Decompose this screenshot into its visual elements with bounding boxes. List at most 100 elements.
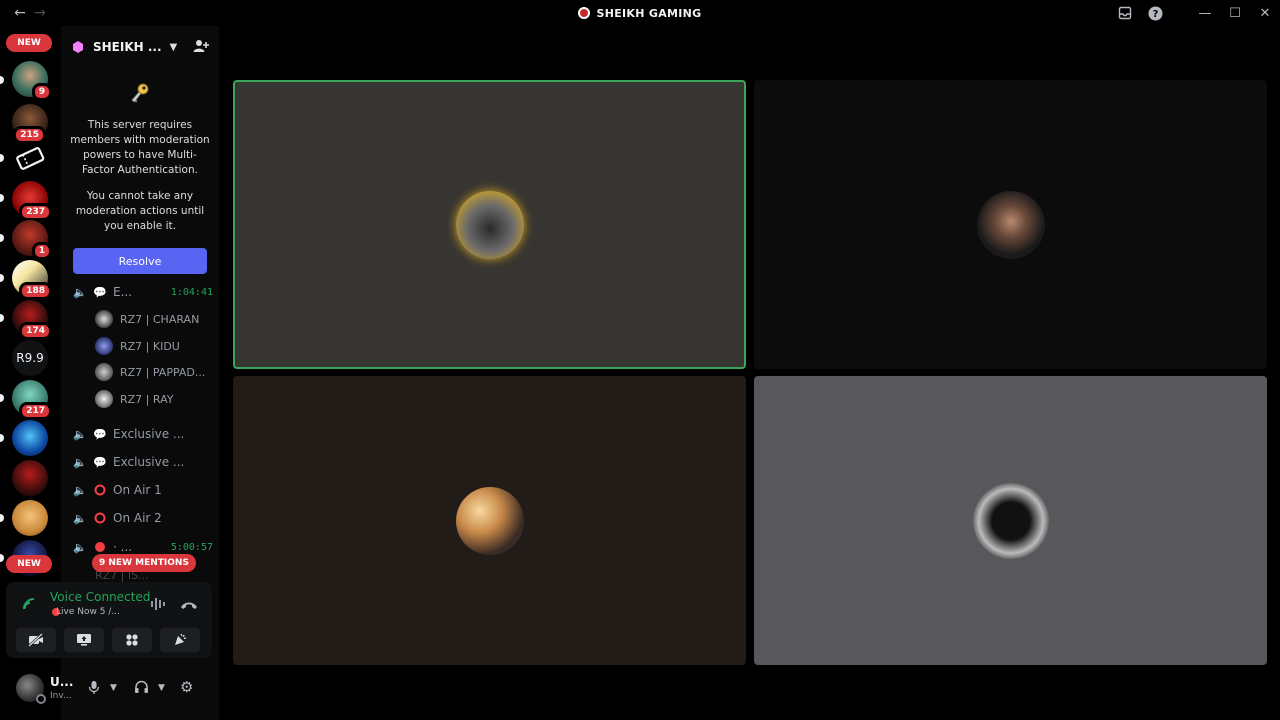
resolve-button[interactable]: Resolve	[73, 248, 207, 274]
speaker-icon: 🔈	[73, 427, 87, 441]
mention-count-badge: 174	[19, 322, 52, 340]
mention-count-badge: 1	[31, 242, 52, 260]
server-icon[interactable]: 1	[12, 220, 52, 260]
live-dot-icon	[93, 540, 107, 554]
user-status[interactable]: Inv...	[50, 691, 72, 701]
channel-name: Exclusive ...	[113, 427, 185, 441]
screen-share-button[interactable]	[64, 628, 104, 652]
soundboard-icon	[175, 633, 187, 645]
channel-name: On Air 2	[113, 511, 162, 525]
voice-status-text[interactable]: Voice Connected	[50, 590, 150, 604]
headphones-icon[interactable]	[134, 680, 149, 698]
disconnect-icon[interactable]	[180, 597, 198, 616]
minimize-icon[interactable]: —	[1190, 0, 1220, 26]
server-header[interactable]: SHEIKH ... ▼	[61, 26, 219, 68]
server-icon[interactable]: R9.9	[12, 340, 48, 376]
maximize-icon[interactable]: ☐	[1220, 0, 1250, 26]
mic-options-chevron-icon[interactable]: ▼	[110, 683, 117, 693]
server-icon[interactable]	[12, 500, 48, 536]
user-name[interactable]: U...	[50, 675, 73, 689]
inbox-icon[interactable]	[1110, 0, 1140, 26]
voice-channel[interactable]: 🔈 On Air 1	[73, 480, 213, 500]
server-icon[interactable]	[12, 460, 48, 496]
signal-icon[interactable]	[22, 596, 38, 615]
audio-options-chevron-icon[interactable]: ▼	[158, 683, 165, 693]
camera-off-button[interactable]	[16, 628, 56, 652]
unread-pill	[0, 554, 4, 562]
server-boost-icon	[73, 41, 83, 53]
channel-name: · ...	[113, 540, 133, 554]
voice-channel[interactable]: 🔈 On Air 2	[73, 508, 213, 528]
speaker-icon: 🔈	[73, 483, 87, 497]
key-icon	[61, 82, 219, 110]
speaker-icon: 🔈	[73, 455, 87, 469]
voice-channel[interactable]: 🔈 💬 Exclusive ...	[73, 452, 213, 472]
avatar	[972, 482, 1049, 559]
avatar	[976, 190, 1045, 259]
window-title: SHEIKH GAMING	[0, 0, 1280, 26]
mention-count-badge: 237	[19, 203, 52, 221]
unread-pill	[0, 76, 4, 84]
svg-text:?: ?	[1152, 9, 1158, 20]
server-icon[interactable]	[12, 420, 48, 456]
chat-bubble-icon[interactable]: 💬	[93, 427, 107, 441]
invite-people-icon[interactable]	[193, 38, 209, 57]
participant-tile[interactable]	[233, 376, 746, 665]
chat-bubble-icon[interactable]: 💬	[93, 455, 107, 469]
camera-off-icon	[28, 633, 43, 647]
channel-name: On Air 1	[113, 483, 162, 497]
status-indicator	[36, 694, 46, 704]
avatar	[455, 486, 524, 555]
voice-member[interactable]: RZ7 | RAY	[95, 388, 173, 410]
server-icon[interactable]: 188	[12, 260, 52, 300]
chat-bubble-icon[interactable]: 💬	[93, 285, 107, 299]
window-title-text: SHEIKH GAMING	[596, 6, 702, 20]
server-icon[interactable]: 237	[12, 181, 52, 221]
participant-tile[interactable]	[754, 376, 1267, 665]
mfa-requirement-text: This server requires members with modera…	[70, 119, 210, 176]
server-icon[interactable]: 215	[12, 104, 48, 144]
user-panel: U... Inv... ▼ ▼ ⚙	[6, 664, 212, 714]
activities-button[interactable]	[112, 628, 152, 652]
voice-channel-active[interactable]: 🔈 💬 E... 1:04:41	[73, 282, 213, 302]
activities-icon	[126, 634, 138, 646]
screen-share-icon	[77, 634, 91, 646]
ticket-icon[interactable]	[12, 140, 48, 176]
server-icon[interactable]: 174	[12, 300, 52, 340]
unread-pill	[0, 274, 4, 282]
help-icon[interactable]: ?	[1140, 0, 1170, 26]
forward-arrow-icon[interactable]: →	[30, 5, 50, 21]
back-arrow-icon[interactable]: ←	[10, 5, 30, 21]
new-mentions-button[interactable]: 9 NEW MENTIONS	[92, 554, 196, 572]
mention-count-badge: 188	[19, 282, 52, 300]
voice-channel[interactable]: 🔈 💬 Exclusive ...	[73, 424, 213, 444]
noise-suppression-icon[interactable]	[150, 596, 166, 615]
server-icon[interactable]: 9	[12, 61, 52, 101]
server-icon[interactable]: 217	[12, 380, 52, 420]
soundboard-button[interactable]	[160, 628, 200, 652]
channel-timer: 1:04:41	[170, 286, 213, 298]
avatar	[95, 363, 113, 381]
unread-pill	[0, 234, 4, 242]
voice-member[interactable]: RZ7 | KIDU	[95, 335, 180, 357]
unread-pill	[0, 154, 4, 162]
new-unreads-badge[interactable]: NEW	[6, 34, 52, 52]
gear-icon[interactable]: ⚙	[180, 678, 193, 696]
chevron-down-icon[interactable]: ▼	[170, 42, 178, 53]
discord-window: ← → SHEIKH GAMING ? — ☐ ✕ NEW 9 215 237 …	[0, 0, 1280, 720]
new-unreads-badge[interactable]: NEW	[6, 555, 52, 573]
close-icon[interactable]: ✕	[1250, 0, 1280, 26]
member-name: RZ7 | PAPPAD...	[120, 365, 206, 379]
channel-name: E...	[113, 285, 133, 299]
live-ring-icon	[93, 511, 107, 525]
avatar	[455, 190, 524, 259]
participant-tile[interactable]	[754, 80, 1267, 369]
participant-tile-speaking[interactable]	[233, 80, 746, 369]
title-bar-controls: ? — ☐ ✕	[1110, 0, 1280, 26]
voice-member[interactable]: RZ7 | PAPPAD...	[95, 361, 205, 383]
server-label: R9.9	[12, 340, 48, 376]
microphone-icon[interactable]	[88, 680, 100, 699]
voice-channel-subtitle[interactable]: Live Now 5 /...	[56, 607, 120, 617]
voice-member[interactable]: RZ7 | CHARAN	[95, 308, 199, 330]
member-name: RZ7 | RAY	[120, 392, 174, 406]
